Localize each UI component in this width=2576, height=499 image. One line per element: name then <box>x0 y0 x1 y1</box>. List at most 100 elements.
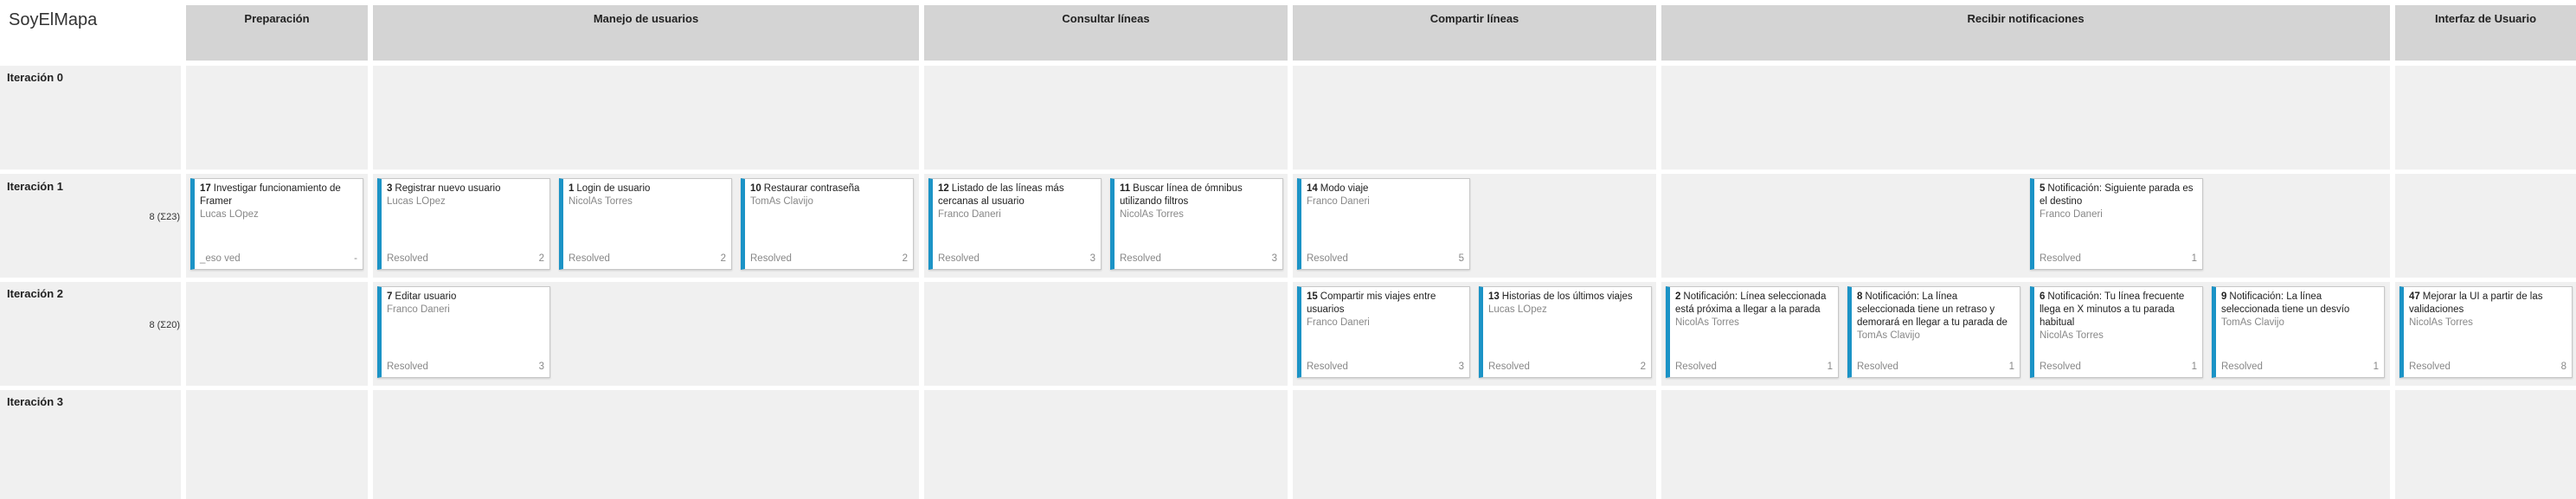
card-id: 3 <box>387 183 393 194</box>
board-cell <box>2395 174 2576 278</box>
card-title-text: Notificación: Tu línea frecuente llega e… <box>2040 291 2185 328</box>
card-estimate: - <box>354 253 357 264</box>
card-state: Resolved <box>2040 361 2081 372</box>
row-label-iteracion-2[interactable]: Iteración 2 <box>7 287 63 300</box>
card-assignee: TomÁs Clavijo <box>2221 317 2284 328</box>
card-title-text: Mejorar la UI a partir de las validacion… <box>2409 291 2543 315</box>
card-title: 1 Login de usuario <box>569 182 726 195</box>
card-state: Resolved <box>1307 253 1348 264</box>
board-cell <box>924 390 1288 499</box>
card-assignee: NicolÁs Torres <box>569 196 633 207</box>
card-title: 3 Registrar nuevo usuario <box>387 182 544 195</box>
card-estimate: 3 <box>1271 253 1277 264</box>
card-state: Resolved <box>1857 361 1898 372</box>
work-item-card[interactable]: 3 Registrar nuevo usuario Lucas LÓpez Res… <box>377 178 550 270</box>
column-header-compartir-lineas[interactable]: Compartir líneas <box>1293 5 1656 61</box>
card-assignee: Franco Daneri <box>2040 209 2103 220</box>
board-cell <box>2395 390 2576 499</box>
card-id: 11 <box>1120 183 1131 194</box>
card-title: 12 Listado de las líneas más cercanas al … <box>938 182 1095 208</box>
row-label-iteracion-0[interactable]: Iteración 0 <box>7 71 63 84</box>
board-cell <box>373 390 919 499</box>
row-label-iteracion-3[interactable]: Iteración 3 <box>7 395 63 408</box>
column-header-manejo-usuarios[interactable]: Manejo de usuarios <box>373 5 919 61</box>
card-assignee: TomÁs Clavijo <box>1857 330 1920 341</box>
work-item-card[interactable]: 9 Notificación: La línea seleccionada tie… <box>2212 286 2385 378</box>
work-item-card[interactable]: 12 Listado de las líneas más cercanas al … <box>928 178 1102 270</box>
column-header-recibir-notificaciones[interactable]: Recibir notificaciones <box>1661 5 2390 61</box>
card-title-text: Registrar nuevo usuario <box>395 183 501 194</box>
work-item-card[interactable]: 14 Modo viaje Franco Daneri Resolved 5 <box>1297 178 1470 270</box>
card-id: 17 <box>200 183 211 194</box>
card-title: 15 Compartir mis viajes entre usuarios <box>1307 291 1464 317</box>
work-item-card[interactable]: 8 Notificación: La línea seleccionada tie… <box>1847 286 2020 378</box>
work-item-card[interactable]: 2 Notificación: Línea seleccionada está p… <box>1666 286 1839 378</box>
work-item-card[interactable]: 10 Restaurar contraseña TomÁs Clavijo Res… <box>741 178 914 270</box>
row-capacity: 8 (Σ20) <box>149 320 180 330</box>
card-id: 9 <box>2221 291 2227 302</box>
board-cell <box>924 66 1288 170</box>
card-title: 14 Modo viaje <box>1307 182 1464 195</box>
card-title-text: Listado de las líneas más cercanas al us… <box>938 183 1064 207</box>
column-header-preparacion[interactable]: Preparación <box>186 5 368 61</box>
card-estimate: 3 <box>538 361 544 372</box>
work-item-card[interactable]: 47 Mejorar la UI a partir de las validaci… <box>2399 286 2573 378</box>
card-id: 47 <box>2409 291 2420 302</box>
card-title: 2 Notificación: Línea seleccionada está p… <box>1675 291 1833 317</box>
card-title: 13 Historias de los últimos viajes <box>1488 291 1646 304</box>
board-cell <box>1661 174 2390 278</box>
work-item-card[interactable]: 15 Compartir mis viajes entre usuarios Fr… <box>1297 286 1470 378</box>
column-header-consultar-lineas[interactable]: Consultar líneas <box>924 5 1288 61</box>
board-cell <box>924 282 1288 386</box>
card-state: Resolved <box>2221 361 2263 372</box>
work-item-card[interactable]: 11 Buscar línea de ómnibus utilizando fil… <box>1110 178 1283 270</box>
card-title-text: Notificación: La línea seleccionada tien… <box>1857 291 2007 328</box>
card-assignee: NicolÁs Torres <box>2040 330 2104 341</box>
work-item-card[interactable]: 7 Editar usuario Franco Daneri Resolved 3 <box>377 286 550 378</box>
work-item-card[interactable]: 13 Historias de los últimos viajes Lucas … <box>1479 286 1652 378</box>
card-state: Resolved <box>569 253 610 264</box>
card-id: 2 <box>1675 291 1681 302</box>
work-item-card[interactable]: 6 Notificación: Tu línea frecuente llega … <box>2030 286 2203 378</box>
card-estimate: 2 <box>1640 361 1646 372</box>
card-id: 13 <box>1488 291 1500 302</box>
card-id: 15 <box>1307 291 1318 302</box>
card-title-text: Notificación: La línea seleccionada tien… <box>2221 291 2350 315</box>
card-title-text: Modo viaje <box>1320 183 1369 194</box>
work-item-card[interactable]: 5 Notificación: Siguiente parada es el de… <box>2030 178 2203 270</box>
work-item-card[interactable]: 1 Login de usuario NicolÁs Torres Resolve… <box>559 178 732 270</box>
card-assignee: TomÁs Clavijo <box>750 196 813 207</box>
card-state: Resolved <box>1488 361 1530 372</box>
card-state: _eso ved <box>200 253 241 264</box>
card-title: 9 Notificación: La línea seleccionada tie… <box>2221 291 2379 317</box>
column-header-interfaz-usuario[interactable]: Interfaz de Usuario <box>2395 5 2576 61</box>
board-cell <box>1293 66 1656 170</box>
card-title: 47 Mejorar la UI a partir de las validaci… <box>2409 291 2566 317</box>
card-title-text: Login de usuario <box>576 183 651 194</box>
card-state: Resolved <box>387 253 428 264</box>
work-item-card[interactable]: 17 Investigar funcionamiento de Framer Lu… <box>190 178 363 270</box>
card-assignee: Lucas LÓpez <box>1488 304 1547 315</box>
card-estimate: 1 <box>2373 361 2379 372</box>
board-cell <box>1661 66 2390 170</box>
board-cell <box>1293 390 1656 499</box>
card-assignee: Lucas LÓpez <box>200 209 259 220</box>
card-state: Resolved <box>1307 361 1348 372</box>
board-title: SoyElMapa <box>9 10 98 29</box>
card-state: Resolved <box>387 361 428 372</box>
card-assignee: Franco Daneri <box>1307 196 1370 207</box>
card-title: 8 Notificación: La línea seleccionada tie… <box>1857 291 2014 329</box>
row-label-iteracion-1[interactable]: Iteración 1 <box>7 180 63 193</box>
card-estimate: 1 <box>1827 361 1833 372</box>
card-estimate: 1 <box>2191 253 2197 264</box>
card-id: 10 <box>750 183 761 194</box>
card-assignee: NicolÁs Torres <box>1675 317 1739 328</box>
card-title: 11 Buscar línea de ómnibus utilizando fil… <box>1120 182 1277 208</box>
card-id: 12 <box>938 183 949 194</box>
card-title: 17 Investigar funcionamiento de Framer <box>200 182 357 208</box>
card-id: 1 <box>569 183 575 194</box>
card-title: 6 Notificación: Tu línea frecuente llega … <box>2040 291 2197 329</box>
card-state: Resolved <box>938 253 980 264</box>
board-cell <box>2395 66 2576 170</box>
card-assignee: Lucas LÓpez <box>387 196 446 207</box>
